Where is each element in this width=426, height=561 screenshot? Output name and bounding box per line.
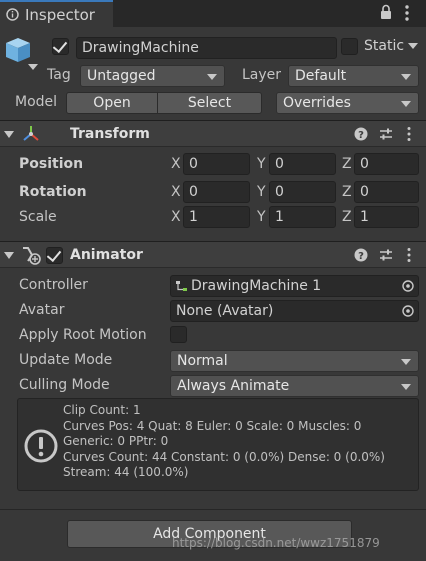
static-label: Static <box>364 38 405 54</box>
avatar-field[interactable]: None (Avatar) <box>170 300 419 322</box>
chevron-down-icon <box>401 74 411 80</box>
axis-x-label[interactable]: X <box>171 184 181 200</box>
svg-text:?: ? <box>358 130 364 141</box>
scale-x-field[interactable]: 1 <box>183 206 250 228</box>
axis-y-label[interactable]: Y <box>257 184 266 200</box>
update-mode-dropdown[interactable]: Normal <box>170 350 419 372</box>
info-line: Generic: 0 PPtr: 0 <box>63 434 169 448</box>
controller-label: Controller <box>19 277 88 293</box>
object-picker-icon[interactable] <box>402 280 414 292</box>
animator-icon <box>23 247 41 265</box>
axis-z-label[interactable]: Z <box>342 209 352 225</box>
apply-root-motion-label: Apply Root Motion <box>19 327 147 343</box>
position-label: Position <box>19 156 84 172</box>
animator-title: Animator <box>70 247 143 263</box>
position-z-field[interactable]: 0 <box>354 153 419 175</box>
chevron-down-icon <box>401 384 411 390</box>
inspector-tab[interactable]: Inspector <box>0 0 113 27</box>
scale-y-field[interactable]: 1 <box>269 206 336 228</box>
select-button[interactable]: Select <box>157 92 262 114</box>
gameobject-cube-icon[interactable] <box>4 34 40 72</box>
transform-title: Transform <box>70 126 150 142</box>
tab-label: Inspector <box>25 6 95 24</box>
foldout-arrow-icon[interactable] <box>4 131 14 138</box>
chevron-down-icon <box>207 74 217 80</box>
tag-label: Tag <box>47 67 71 83</box>
avatar-label: Avatar <box>19 302 65 318</box>
rotation-z-field[interactable]: 0 <box>354 181 419 203</box>
rotation-label: Rotation <box>19 184 87 200</box>
animator-enabled-checkbox[interactable] <box>46 246 63 264</box>
axis-z-label[interactable]: Z <box>342 156 352 172</box>
info-line: Curves Pos: 4 Quat: 8 Euler: 0 Scale: 0 … <box>63 418 362 433</box>
chevron-down-icon <box>401 359 411 365</box>
rotation-y-field[interactable]: 0 <box>269 181 336 203</box>
info-line: Curves Count: 44 Constant: 0 (0.0%) Dens… <box>63 449 385 464</box>
info-text: Clip Count: 1 Curves Pos: 4 Quat: 8 Eule… <box>63 403 415 481</box>
model-label: Model <box>15 94 58 110</box>
warning-icon <box>24 429 58 463</box>
chevron-down-icon <box>401 101 411 107</box>
layer-dropdown[interactable]: Default <box>288 65 419 87</box>
controller-value: DrawingMachine 1 <box>191 278 322 294</box>
position-y-field[interactable]: 0 <box>269 153 336 175</box>
apply-root-motion-checkbox[interactable] <box>170 326 187 343</box>
tag-dropdown[interactable]: Untagged <box>80 65 225 87</box>
foldout-arrow-icon[interactable] <box>4 252 14 259</box>
info-line: Stream: 44 (100.0%) <box>63 465 189 479</box>
kebab-menu-icon[interactable] <box>406 247 412 263</box>
transform-axes-icon <box>23 126 39 141</box>
lock-icon[interactable] <box>380 4 392 20</box>
animator-controller-icon <box>176 281 187 291</box>
scale-label: Scale <box>19 209 57 225</box>
static-dropdown-icon[interactable] <box>408 43 418 50</box>
update-mode-value: Normal <box>177 353 228 369</box>
object-picker-icon[interactable] <box>402 305 414 317</box>
scale-z-field[interactable]: 1 <box>354 206 419 228</box>
kebab-menu-icon[interactable] <box>404 4 410 22</box>
axis-y-label[interactable]: Y <box>257 209 266 225</box>
axis-x-label[interactable]: X <box>171 209 181 225</box>
axis-z-label[interactable]: Z <box>342 184 352 200</box>
watermark-text: https://blog.csdn.net/wwz1751879 <box>172 536 380 550</box>
overrides-label: Overrides <box>283 95 351 111</box>
gameobject-name-input[interactable]: DrawingMachine <box>76 37 337 59</box>
presets-icon[interactable] <box>379 127 393 141</box>
help-icon[interactable]: ? <box>354 248 368 262</box>
help-icon[interactable]: ? <box>354 127 368 141</box>
open-button[interactable]: Open <box>66 92 158 114</box>
controller-field[interactable]: DrawingMachine 1 <box>170 275 419 297</box>
layer-label: Layer <box>242 67 282 83</box>
kebab-menu-icon[interactable] <box>406 126 412 142</box>
presets-icon[interactable] <box>379 248 393 262</box>
axis-x-label[interactable]: X <box>171 156 181 172</box>
tag-value: Untagged <box>87 68 156 84</box>
update-mode-label: Update Mode <box>19 352 113 368</box>
inspector-icon <box>6 8 19 21</box>
overrides-dropdown[interactable]: Overrides <box>276 92 419 114</box>
layer-value: Default <box>295 68 347 84</box>
svg-text:?: ? <box>358 251 364 262</box>
axis-y-label[interactable]: Y <box>257 156 266 172</box>
position-x-field[interactable]: 0 <box>183 153 250 175</box>
rotation-x-field[interactable]: 0 <box>183 181 250 203</box>
active-checkbox[interactable] <box>52 37 69 55</box>
info-line: Clip Count: 1 <box>63 403 141 417</box>
culling-mode-label: Culling Mode <box>19 377 110 393</box>
culling-mode-value: Always Animate <box>177 378 290 394</box>
culling-mode-dropdown[interactable]: Always Animate <box>170 375 419 397</box>
divider <box>0 509 426 510</box>
static-checkbox[interactable] <box>341 38 358 55</box>
